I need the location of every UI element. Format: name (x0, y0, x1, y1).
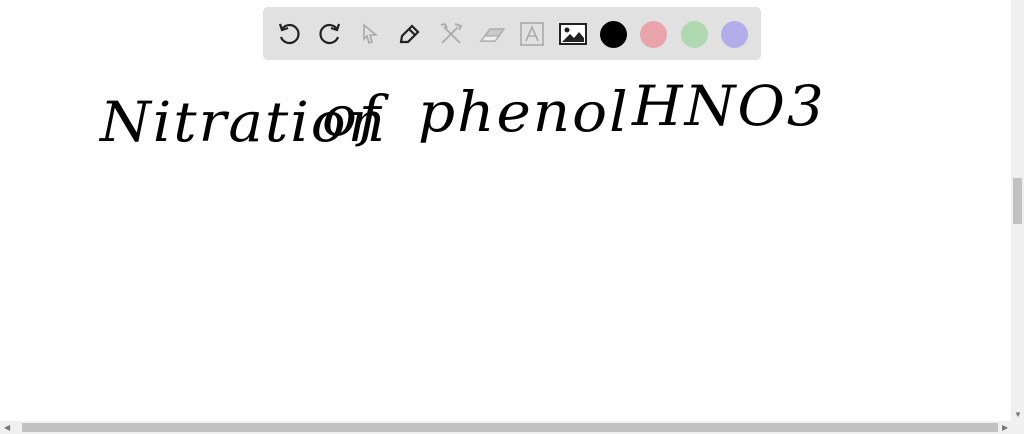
color-purple-swatch[interactable] (721, 21, 748, 48)
eraser-icon (479, 28, 506, 42)
horizontal-scroll-thumb[interactable] (22, 423, 998, 432)
image-button[interactable] (558, 19, 588, 49)
select-button[interactable] (355, 19, 385, 49)
color-pink-swatch[interactable] (640, 21, 667, 48)
text-icon (520, 22, 544, 46)
color-black-swatch[interactable] (600, 21, 627, 48)
image-icon (559, 23, 587, 45)
undo-button[interactable] (274, 19, 304, 49)
handwriting-phenol: phenol (418, 79, 630, 145)
vertical-scrollbar[interactable]: ▼ (1011, 0, 1024, 421)
redo-button[interactable] (315, 19, 345, 49)
scroll-right-arrow[interactable]: ▶ (1002, 421, 1008, 434)
horizontal-scrollbar[interactable]: ◀ ▶ (0, 421, 1011, 434)
scrollbar-corner (1011, 421, 1024, 434)
drawing-toolbar (263, 7, 761, 60)
tools-button[interactable] (436, 19, 466, 49)
vertical-scroll-thumb[interactable] (1013, 178, 1022, 224)
eraser-button[interactable] (477, 19, 507, 49)
handwriting-hno3: HNO3 (632, 73, 826, 139)
color-green-swatch[interactable] (681, 21, 708, 48)
pen-icon (399, 24, 420, 44)
tools-icon (440, 22, 463, 44)
scroll-down-arrow[interactable]: ▼ (1014, 408, 1022, 421)
redo-icon (319, 23, 341, 45)
select-icon (363, 23, 379, 45)
scroll-left-arrow[interactable]: ◀ (4, 421, 10, 434)
undo-icon (278, 23, 300, 45)
text-button[interactable] (517, 19, 547, 49)
pen-button[interactable] (395, 19, 425, 49)
handwriting-of: of (322, 83, 383, 149)
